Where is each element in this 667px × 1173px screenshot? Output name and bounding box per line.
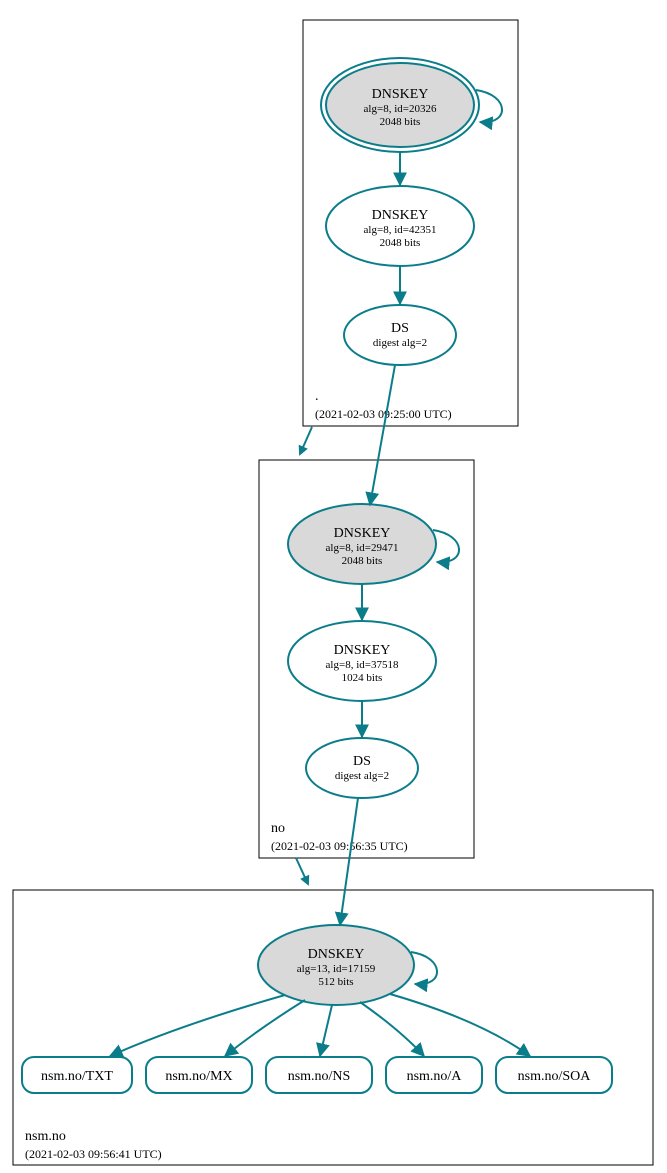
node-root-zsk-line1: alg=8, id=42351 bbox=[364, 224, 437, 236]
zone-root-label: . bbox=[315, 389, 319, 404]
zone-no-label: no bbox=[271, 821, 285, 836]
rr-a: nsm.no/A bbox=[386, 1057, 482, 1093]
rr-mx-label: nsm.no/MX bbox=[165, 1069, 232, 1084]
edge-root-ds-to-no-ksk bbox=[370, 365, 395, 505]
rr-txt-label: nsm.no/TXT bbox=[41, 1069, 113, 1084]
node-no-ksk-title: DNSKEY bbox=[334, 526, 391, 541]
node-no-ds-line1: digest alg=2 bbox=[335, 770, 389, 782]
node-root-ds-title: DS bbox=[391, 321, 409, 336]
rr-txt: nsm.no/TXT bbox=[22, 1057, 132, 1093]
edge-nsm-ksk-self bbox=[411, 952, 437, 984]
dnssec-graph: . (2021-02-03 09:25:00 UTC) DNSKEY alg=8… bbox=[0, 0, 667, 1173]
edge-zone-root-to-no bbox=[300, 427, 312, 454]
edge-nsm-to-soa bbox=[390, 994, 530, 1056]
node-nsm-ksk-title: DNSKEY bbox=[308, 947, 365, 962]
node-root-ksk-line2: 2048 bits bbox=[380, 116, 421, 128]
node-no-ds: DS digest alg=2 bbox=[306, 738, 418, 798]
node-root-ds-line1: digest alg=2 bbox=[373, 337, 427, 349]
zone-nsm-label: nsm.no bbox=[25, 1129, 66, 1144]
node-no-zsk-line2: 1024 bits bbox=[342, 672, 383, 684]
node-root-zsk: DNSKEY alg=8, id=42351 2048 bits bbox=[326, 186, 474, 266]
edge-nsm-to-ns bbox=[320, 1005, 332, 1056]
node-no-ksk: DNSKEY alg=8, id=29471 2048 bits bbox=[288, 504, 436, 584]
rr-ns: nsm.no/NS bbox=[266, 1057, 372, 1093]
node-no-zsk: DNSKEY alg=8, id=37518 1024 bits bbox=[288, 621, 436, 701]
node-root-ds: DS digest alg=2 bbox=[344, 305, 456, 365]
zone-nsm-time: (2021-02-03 09:56:41 UTC) bbox=[25, 1147, 162, 1161]
rr-mx: nsm.no/MX bbox=[146, 1057, 252, 1093]
node-no-ksk-line1: alg=8, id=29471 bbox=[326, 542, 399, 554]
zone-root-time: (2021-02-03 09:25:00 UTC) bbox=[315, 407, 452, 421]
node-no-ds-title: DS bbox=[353, 754, 371, 769]
node-root-ksk-line1: alg=8, id=20326 bbox=[364, 103, 437, 115]
node-no-zsk-title: DNSKEY bbox=[334, 643, 391, 658]
rr-soa: nsm.no/SOA bbox=[496, 1057, 612, 1093]
node-root-ksk: DNSKEY alg=8, id=20326 2048 bits bbox=[321, 58, 479, 152]
node-root-ksk-title: DNSKEY bbox=[372, 87, 429, 102]
node-no-zsk-line1: alg=8, id=37518 bbox=[326, 659, 399, 671]
edge-no-ds-to-nsm-ksk bbox=[340, 798, 358, 925]
rr-soa-label: nsm.no/SOA bbox=[518, 1069, 592, 1084]
edge-nsm-to-a bbox=[360, 1002, 424, 1056]
node-root-zsk-line2: 2048 bits bbox=[380, 237, 421, 249]
node-no-ksk-line2: 2048 bits bbox=[342, 555, 383, 567]
edge-zone-no-to-nsm bbox=[296, 858, 308, 884]
node-nsm-ksk-line2: 512 bits bbox=[318, 976, 353, 988]
node-nsm-ksk-line1: alg=13, id=17159 bbox=[297, 963, 376, 975]
node-root-zsk-title: DNSKEY bbox=[372, 208, 429, 223]
edge-nsm-to-txt bbox=[110, 995, 285, 1056]
zone-no-time: (2021-02-03 09:56:35 UTC) bbox=[271, 839, 408, 853]
node-nsm-ksk: DNSKEY alg=13, id=17159 512 bits bbox=[258, 925, 414, 1005]
rr-ns-label: nsm.no/NS bbox=[288, 1069, 351, 1084]
rr-a-label: nsm.no/A bbox=[407, 1069, 463, 1084]
